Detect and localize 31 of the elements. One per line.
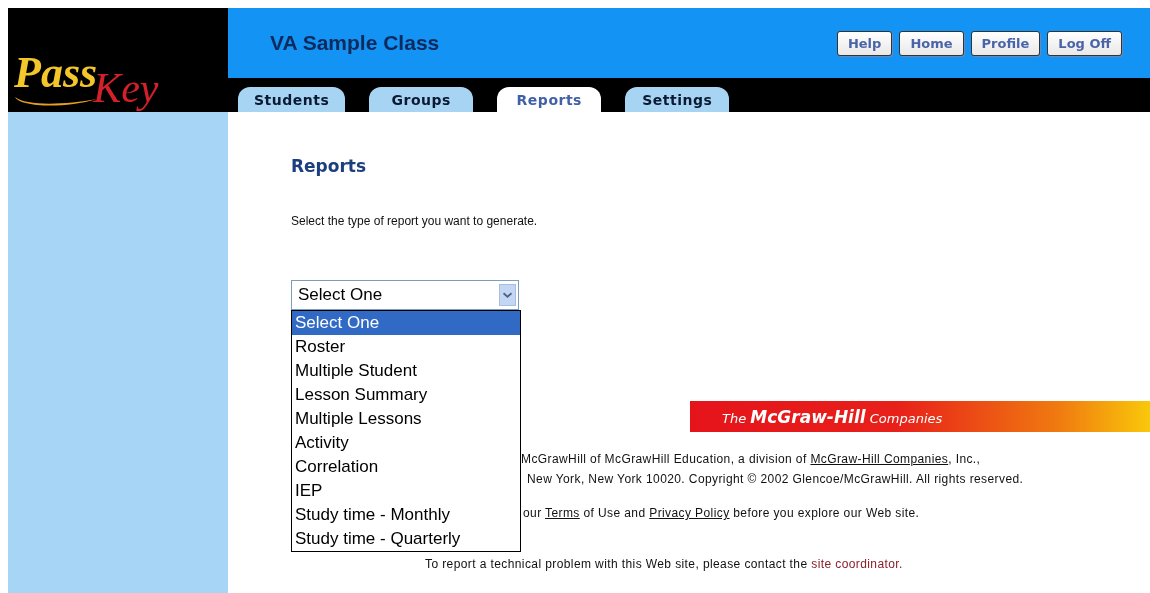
chevron-icon [499,284,516,306]
class-title: VA Sample Class [270,31,440,55]
page-heading: Reports [291,156,368,176]
dropdown-option[interactable]: Roster [292,335,520,359]
nav-tab[interactable]: Settings [625,87,730,112]
header-button[interactable]: Help [836,30,893,56]
dropdown-option[interactable]: Lesson Summary [292,383,520,407]
banner-text: The McGraw-Hill Companies [722,406,943,427]
header-button[interactable]: Profile [970,30,1041,56]
dropdown-option[interactable]: Activity [292,431,520,455]
dropdown-option[interactable]: Select One [292,311,520,335]
footer-text: New York, New York 10020. Copyright © 2002 Glencoe/McGrawHill. All rights reserved. [527,472,1025,486]
dropdown-option[interactable]: Correlation [292,455,520,479]
dropdown-option[interactable]: Multiple Student [292,359,520,383]
footer-link[interactable]: Privacy Policy [649,506,730,520]
nav-tab[interactable]: Reports [497,87,602,112]
dropdown-option[interactable]: Study time - Quarterly [292,527,520,551]
nav-tab[interactable]: Groups [369,87,474,112]
report-select[interactable]: Select One [291,280,519,310]
instruction-text: Select the type of report you want to generate. [291,214,539,228]
header-button[interactable]: Home [899,30,964,56]
footer-text: McGrawHill of McGrawHill Education, a division of McGraw-Hill Companies, Inc., [521,452,982,466]
dropdown-option[interactable]: Multiple Lessons [292,407,520,431]
footer-text: our Terms of Use and Privacy Policy before you explore our Web site. [523,506,921,520]
footer-text: To report a technical problem with this Web site, please contact the site coordinator. [425,557,904,571]
header-button[interactable]: Log Off [1047,30,1122,56]
dropdown-option[interactable]: Study time - Monthly [292,503,520,527]
nav-tab[interactable]: Students [238,87,346,112]
contact-link[interactable]: site coordinator. [811,557,903,571]
dropdown-option[interactable]: IEP [292,479,520,503]
footer-link[interactable]: Terms [545,506,580,520]
